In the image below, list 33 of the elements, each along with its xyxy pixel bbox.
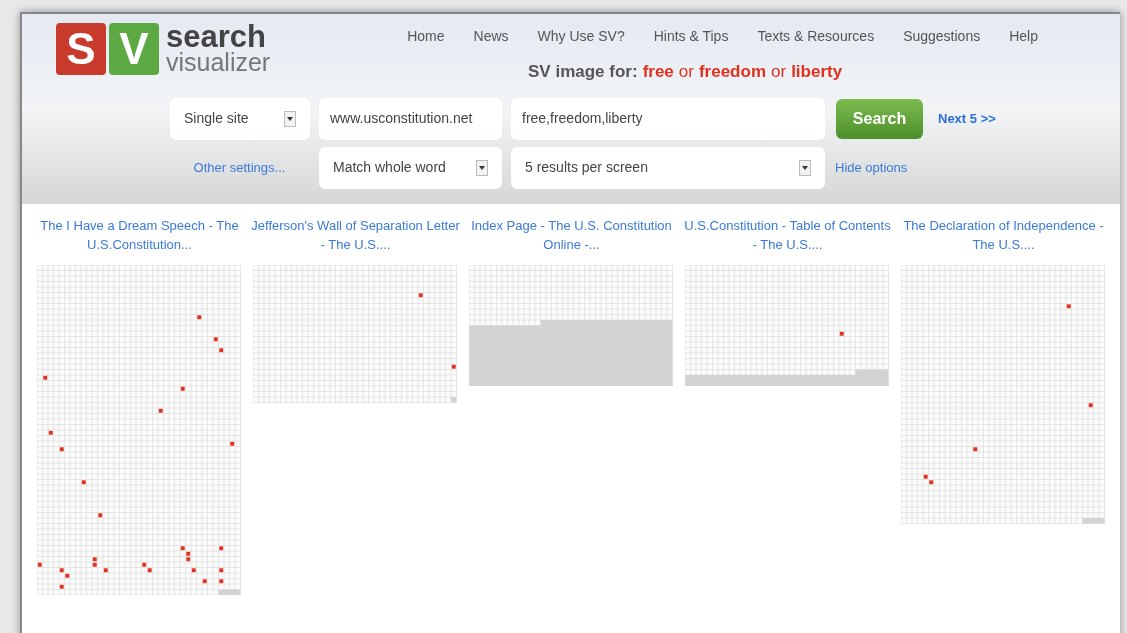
dropdown-icon: [284, 110, 296, 127]
result-title-link[interactable]: The Declaration of Independence - The U.S....: [897, 216, 1110, 256]
result-title-link[interactable]: U.S.Constitution - Table of Contents - The U.S....: [681, 216, 894, 256]
other-settings-link[interactable]: Other settings...: [169, 157, 310, 178]
dropdown-icon: [476, 159, 488, 176]
query-term: liberty: [791, 61, 843, 83]
query-joiner: or: [678, 61, 694, 83]
nav-link[interactable]: Home: [407, 26, 445, 47]
site-field[interactable]: www.usconstitution.net: [319, 97, 502, 140]
query-term: freedom: [698, 61, 766, 83]
results-select[interactable]: 5 results per screen: [511, 146, 825, 189]
logo-wordmark: visualizer: [166, 50, 271, 74]
nav-link[interactable]: Hints & Tips: [653, 26, 729, 47]
nav-link[interactable]: Suggestions: [903, 26, 981, 47]
next-link[interactable]: Next 5 >>: [938, 108, 996, 129]
logo-wordmark: search: [166, 24, 266, 50]
nav-link[interactable]: Help: [1009, 26, 1038, 47]
nav-link[interactable]: News: [473, 26, 509, 47]
query-joiner: or: [771, 61, 787, 83]
hide-options-link[interactable]: Hide options: [835, 157, 908, 178]
logo-letter: S: [56, 23, 106, 75]
result-title-link[interactable]: Jefferson's Wall of Separation Letter - The U.S....: [249, 216, 462, 256]
query-label: SV image for:: [528, 61, 638, 83]
scope-select[interactable]: Single site: [170, 97, 310, 140]
result-title-link[interactable]: Index Page - The U.S. Constitution Online -...: [465, 216, 678, 256]
nav-link[interactable]: Why Use SV?: [537, 26, 625, 47]
logo-letter: V: [109, 23, 159, 75]
result-title-link[interactable]: The I Have a Dream Speech - The U.S.Constitution...: [33, 216, 246, 256]
query-term: free: [642, 61, 674, 83]
terms-field[interactable]: free,freedom,liberty: [511, 97, 825, 140]
nav-link[interactable]: Texts & Resources: [757, 26, 875, 47]
match-select[interactable]: Match whole word: [319, 146, 502, 189]
dropdown-icon: [799, 159, 811, 176]
